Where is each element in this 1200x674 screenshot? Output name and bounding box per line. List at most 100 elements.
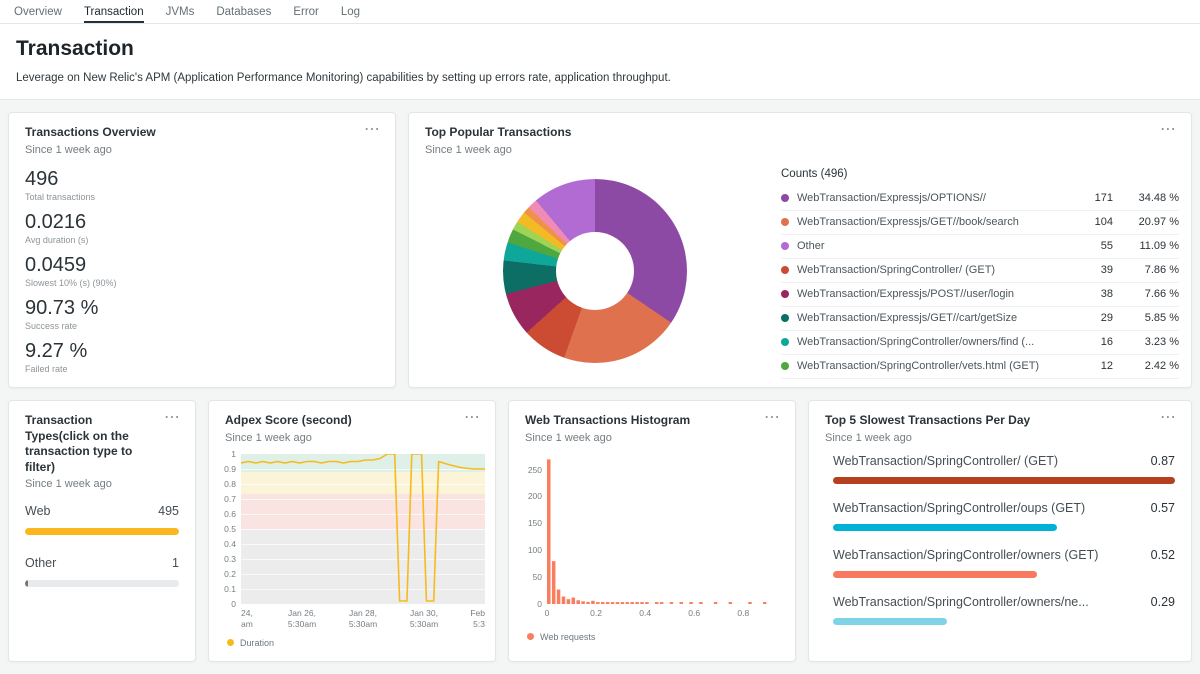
legend-dot (781, 242, 789, 250)
top5-row[interactable]: WebTransaction/SpringController/owners/n… (833, 595, 1175, 625)
metric-label: Total transactions (25, 192, 379, 202)
y-tick-label: 0 (537, 599, 542, 609)
legend-row[interactable]: WebTransaction/Expressjs/POST//user/logi… (781, 283, 1179, 307)
metric-value: 0.0459 (25, 254, 379, 276)
x-tick-label: Jan 28,5:30am (349, 608, 377, 630)
duration-legend-dot (227, 639, 234, 646)
legend-name: WebTransaction/Expressjs/OPTIONS// (797, 192, 1071, 204)
legend-label: Web requests (540, 632, 595, 642)
transaction-value: 0.57 (1151, 501, 1175, 515)
card-subtitle: Since 1 week ago (825, 432, 1030, 444)
card-menu-icon[interactable]: ⋯ (1160, 125, 1177, 135)
tab-error[interactable]: Error (293, 0, 319, 23)
legend-dot (781, 362, 789, 370)
top5-bar (833, 524, 1057, 531)
top5-bar (833, 571, 1037, 578)
card-subtitle: Since 1 week ago (225, 432, 352, 444)
type-value: 1 (172, 556, 179, 570)
x-tick-label: 0.2 (590, 608, 602, 619)
y-tick-label: 0 (231, 599, 236, 609)
transaction-value: 0.52 (1151, 548, 1175, 562)
top5-row[interactable]: WebTransaction/SpringController/ (GET) 0… (833, 454, 1175, 484)
card-top5-slowest: Top 5 Slowest Transactions Per Day Since… (808, 400, 1192, 662)
tab-log[interactable]: Log (341, 0, 360, 23)
type-value: 495 (158, 504, 179, 518)
metric-avg-duration: 0.0216 Avg duration (s) (25, 211, 379, 245)
histogram-plot[interactable] (547, 454, 785, 604)
donut-chart[interactable] (503, 179, 687, 363)
donut-legend: Counts (496) WebTransaction/Expressjs/OP… (781, 156, 1191, 386)
legend-dot (781, 338, 789, 346)
card-title: Transaction Types(click on the transacti… (25, 413, 156, 475)
top5-bar (833, 477, 1175, 484)
x-tick-label: 0 (545, 608, 550, 619)
card-menu-icon[interactable]: ⋯ (764, 413, 781, 423)
y-tick-label: 150 (528, 518, 542, 528)
legend-dot (781, 314, 789, 322)
legend-row[interactable]: WebTransaction/Expressjs/GET//cart/getSi… (781, 307, 1179, 331)
legend-dot (781, 194, 789, 202)
histogram-y-axis: 050100150200250 (515, 454, 547, 604)
legend-row[interactable]: Other 55 11.09 % (781, 235, 1179, 259)
legend-pct: 11.09 % (1121, 240, 1179, 252)
tab-overview[interactable]: Overview (14, 0, 62, 23)
card-menu-icon[interactable]: ⋯ (464, 413, 481, 423)
top5-bar (833, 618, 947, 625)
card-menu-icon[interactable]: ⋯ (164, 413, 181, 423)
y-tick-label: 0.7 (224, 494, 236, 504)
top5-row[interactable]: WebTransaction/SpringController/owners (… (833, 548, 1175, 578)
type-row-other[interactable]: Other 1 (25, 556, 179, 587)
x-tick-label: Jan 26,5:30am (288, 608, 316, 630)
x-tick-label: 24,am (241, 608, 253, 630)
y-tick-label: 0.5 (224, 524, 236, 534)
card-subtitle: Since 1 week ago (525, 432, 690, 444)
legend-count: 104 (1079, 216, 1113, 228)
card-menu-icon[interactable]: ⋯ (364, 125, 381, 135)
apdex-legend[interactable]: Duration (215, 630, 485, 648)
metric-label: Avg duration (s) (25, 235, 379, 245)
apdex-plot[interactable] (241, 454, 485, 604)
type-bar-track (25, 528, 179, 535)
y-tick-label: 200 (528, 491, 542, 501)
legend-row[interactable]: WebTransaction/SpringController/vets.htm… (781, 355, 1179, 379)
card-title: Web Transactions Histogram (525, 413, 690, 429)
legend-dot (781, 266, 789, 274)
card-subtitle: Since 1 week ago (25, 478, 156, 490)
legend-row[interactable]: WebTransaction/Expressjs/GET//book/searc… (781, 211, 1179, 235)
x-tick-label: Jan 30,5:30am (410, 608, 438, 630)
y-tick-label: 0.6 (224, 509, 236, 519)
metric-value: 496 (25, 168, 379, 190)
donut-chart-area (409, 156, 781, 386)
card-subtitle: Since 1 week ago (425, 144, 571, 156)
legend-row[interactable]: WebTransaction/Expressjs/OPTIONS// 171 3… (781, 187, 1179, 211)
tab-transaction[interactable]: Transaction (84, 0, 144, 23)
card-menu-icon[interactable]: ⋯ (1160, 413, 1177, 423)
y-tick-label: 50 (533, 572, 542, 582)
card-apdex-score: Adpex Score (second) Since 1 week ago ⋯ … (208, 400, 496, 662)
tab-databases[interactable]: Databases (216, 0, 271, 23)
metric-success-rate: 90.73 % Success rate (25, 297, 379, 331)
type-row-web[interactable]: Web 495 (25, 504, 179, 535)
card-subtitle: Since 1 week ago (25, 144, 156, 156)
tab-jvms[interactable]: JVMs (166, 0, 195, 23)
metric-label: Slowest 10% (s) (90%) (25, 278, 379, 288)
legend-row[interactable]: WebTransaction/SpringController/ (GET) 3… (781, 259, 1179, 283)
histogram-x-axis: 00.20.40.60.8 (547, 604, 785, 624)
y-tick-label: 250 (528, 465, 542, 475)
legend-pct: 3.23 % (1121, 336, 1179, 348)
legend-name: WebTransaction/SpringController/owners/f… (797, 336, 1071, 348)
legend-count: 55 (1079, 240, 1113, 252)
card-title: Transactions Overview (25, 125, 156, 141)
legend-name: WebTransaction/Expressjs/GET//book/searc… (797, 216, 1071, 228)
x-tick-label: Feb5:3 (470, 608, 485, 630)
top5-row[interactable]: WebTransaction/SpringController/oups (GE… (833, 501, 1175, 531)
histogram-legend[interactable]: Web requests (515, 624, 785, 642)
metric-value: 9.27 % (25, 340, 379, 362)
legend-count: 38 (1079, 288, 1113, 300)
legend-row[interactable]: WebTransaction/SpringController/owners/f… (781, 331, 1179, 355)
card-transactions-overview: Transactions Overview Since 1 week ago ⋯… (8, 112, 396, 388)
y-tick-label: 100 (528, 545, 542, 555)
page-header: Transaction Leverage on New Relic's APM … (0, 24, 1200, 100)
legend-name: WebTransaction/Expressjs/POST//user/logi… (797, 288, 1071, 300)
legend-name: WebTransaction/SpringController/ (GET) (797, 264, 1071, 276)
